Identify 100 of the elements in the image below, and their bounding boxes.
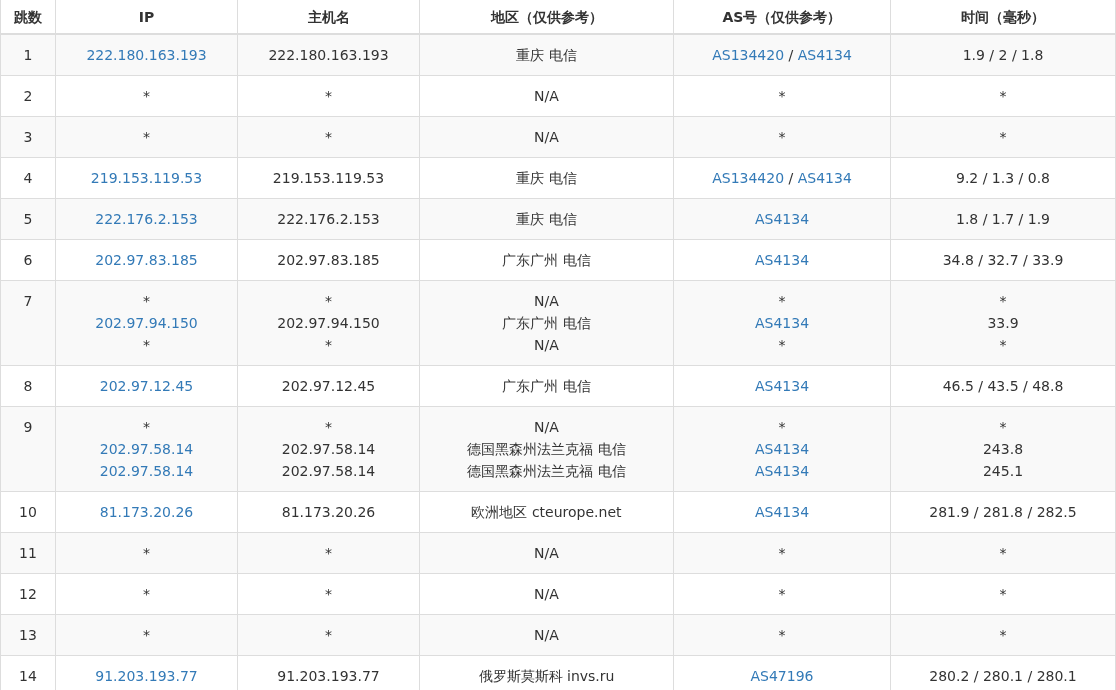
as-link[interactable]: AS4134	[797, 170, 852, 186]
hostname-text: *	[325, 337, 332, 353]
time-text: 1.8 / 1.7 / 1.9	[956, 211, 1050, 227]
region-text: N/A	[534, 293, 559, 309]
hop-number: 8	[0, 365, 56, 407]
hostname-text: 202.97.58.14	[281, 463, 376, 479]
as-text: *	[778, 88, 786, 104]
hop-number: 7	[0, 280, 56, 366]
hop-number: 2	[0, 75, 56, 117]
hop-number: 3	[0, 116, 56, 158]
ip-text: *	[143, 129, 150, 145]
time-text: *	[999, 88, 1007, 104]
hop-number: 6	[0, 239, 56, 281]
hop-number: 9	[0, 406, 56, 492]
hostname-text: 202.97.94.150	[277, 315, 380, 331]
as-link[interactable]: AS47196	[750, 668, 814, 684]
ip-link[interactable]: 81.173.20.26	[99, 504, 194, 520]
region-text: N/A	[534, 419, 559, 435]
as-link[interactable]: AS4134	[754, 463, 810, 479]
time-text: 243.8	[982, 441, 1024, 457]
hostname-text: *	[325, 129, 332, 145]
time-text: *	[999, 293, 1007, 309]
hostname-text: 202.97.12.45	[281, 378, 376, 394]
time-text: *	[999, 627, 1007, 643]
ip-link[interactable]: 202.97.58.14	[99, 441, 194, 457]
hop-number: 12	[0, 573, 56, 615]
hostname-text: 81.173.20.26	[281, 504, 376, 520]
ip-link[interactable]: 202.97.94.150	[95, 315, 198, 331]
as-text: *	[778, 293, 786, 309]
hostname-text: *	[325, 88, 332, 104]
region-text: N/A	[534, 337, 559, 353]
region-text: 重庆 电信	[516, 170, 577, 186]
hostname-text: 91.203.193.77	[277, 668, 380, 684]
hop-number: 4	[0, 157, 56, 199]
region-text: 重庆 电信	[516, 47, 577, 63]
region-text: 德国黑森州法兰克福 电信	[467, 441, 626, 457]
ip-text: *	[143, 337, 150, 353]
ip-link[interactable]: 202.97.58.14	[99, 463, 194, 479]
as-link[interactable]: AS4134	[754, 441, 810, 457]
time-text: *	[999, 545, 1007, 561]
region-text: 广东广州 电信	[502, 315, 591, 331]
as-text: *	[778, 586, 786, 602]
as-link[interactable]: AS134420	[712, 170, 785, 186]
hostname-text: *	[325, 293, 332, 309]
ip-text: *	[143, 419, 150, 435]
as-text: *	[778, 545, 786, 561]
time-text: 9.2 / 1.3 / 0.8	[956, 170, 1050, 186]
hop-number: 1	[0, 34, 56, 76]
region-text: 广东广州 电信	[502, 252, 591, 268]
region-text: N/A	[534, 545, 559, 561]
as-link[interactable]: AS4134	[754, 504, 810, 520]
as-link[interactable]: AS4134	[797, 47, 852, 63]
region-text: N/A	[534, 627, 559, 643]
hop-number: 11	[0, 532, 56, 574]
as-text: /	[787, 170, 795, 186]
as-text: *	[778, 627, 786, 643]
region-text: 重庆 电信	[516, 211, 577, 227]
ip-text: *	[143, 627, 150, 643]
region-text: N/A	[534, 88, 559, 104]
hostname-text: 222.176.2.153	[277, 211, 380, 227]
as-text: /	[787, 47, 795, 63]
hostname-text: 219.153.119.53	[272, 170, 385, 186]
region-text: N/A	[534, 129, 559, 145]
as-text: *	[778, 129, 786, 145]
time-text: 280.2 / 280.1 / 280.1	[929, 668, 1077, 684]
time-text: 245.1	[982, 463, 1024, 479]
hostname-text: 222.180.163.193	[268, 47, 389, 63]
as-link[interactable]: AS4134	[754, 378, 810, 394]
as-link[interactable]: AS4134	[754, 211, 810, 227]
hostname-text: *	[325, 586, 332, 602]
as-link[interactable]: AS4134	[754, 315, 810, 331]
time-text: *	[999, 419, 1007, 435]
region-text: 俄罗斯莫斯科 invs.ru	[478, 668, 615, 684]
time-text: *	[999, 586, 1007, 602]
as-link[interactable]: AS4134	[754, 252, 810, 268]
time-text: 46.5 / 43.5 / 48.8	[942, 378, 1064, 394]
hop-number: 10	[0, 491, 56, 533]
hostname-text: *	[325, 419, 332, 435]
ip-link[interactable]: 202.97.12.45	[99, 378, 194, 394]
time-text: *	[999, 129, 1007, 145]
hop-number: 13	[0, 614, 56, 656]
time-text: *	[999, 337, 1007, 353]
region-text: N/A	[534, 586, 559, 602]
hostname-text: 202.97.58.14	[281, 441, 376, 457]
hostname-text: 202.97.83.185	[277, 252, 380, 268]
as-text: *	[778, 337, 786, 353]
as-text: *	[778, 419, 786, 435]
ip-text: *	[143, 586, 150, 602]
time-text: 281.9 / 281.8 / 282.5	[929, 504, 1077, 520]
region-text: 欧洲地区 cteurope.net	[471, 504, 622, 520]
time-text: 1.9 / 2 / 1.8	[962, 47, 1044, 63]
ip-text: *	[143, 293, 150, 309]
region-text: 德国黑森州法兰克福 电信	[467, 463, 626, 479]
region-text: 广东广州 电信	[502, 378, 591, 394]
ip-text: *	[143, 88, 150, 104]
hop-number: 5	[0, 198, 56, 240]
ip-text: *	[143, 545, 150, 561]
hostname-text: *	[325, 545, 332, 561]
hostname-text: *	[325, 627, 332, 643]
as-link[interactable]: AS134420	[712, 47, 785, 63]
